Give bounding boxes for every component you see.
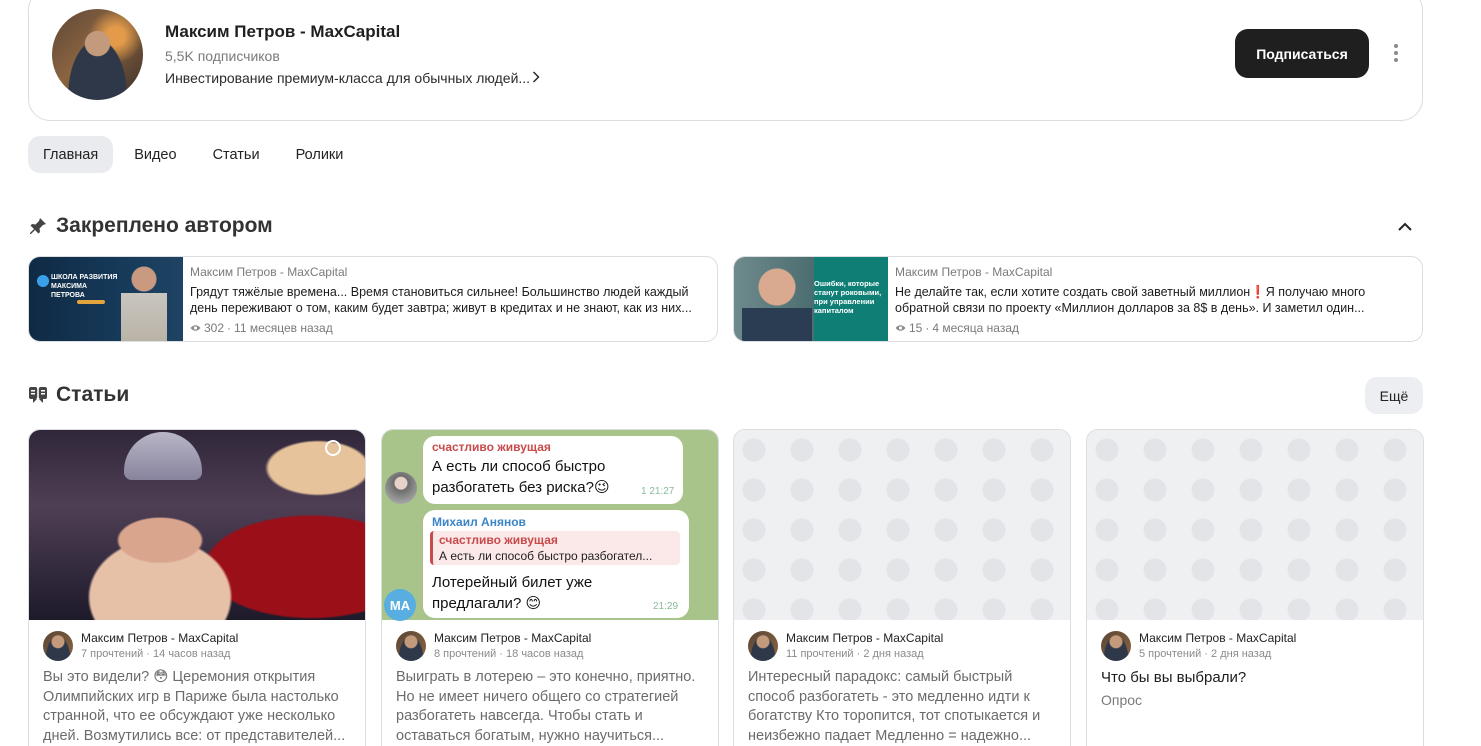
pinned-section-title: Закреплено автором <box>28 214 273 238</box>
thumbnail-person <box>121 265 167 341</box>
article-author[interactable]: Максим Петров - MaxCapital <box>81 631 238 645</box>
channel-name[interactable]: Максим Петров - MaxCapital <box>165 22 400 42</box>
pinned-text: Грядут тяжёлые времена... Время становит… <box>190 285 692 315</box>
author-avatar[interactable] <box>43 631 73 661</box>
article-meta: 11 прочтений · 2 дня назад <box>786 648 924 660</box>
pinned-author[interactable]: Максим Петров - MaxCapital <box>895 265 1052 279</box>
subscriber-count: 5,5K подписчиков <box>165 48 280 64</box>
channel-description[interactable]: Инвестирование премиум-класса для обычны… <box>165 70 540 86</box>
article-author[interactable]: Максим Петров - MaxCapital <box>1139 631 1296 645</box>
article-excerpt: Вы это видели? 😳 Церемония открытия Олим… <box>43 669 346 744</box>
pin-icon <box>28 216 48 236</box>
pinned-text: Не делайте так, если хотите создать свой… <box>895 285 1366 315</box>
article-icon <box>28 386 48 404</box>
more-options-icon[interactable] <box>1385 37 1407 69</box>
channel-avatar[interactable] <box>52 9 143 100</box>
pinned-author[interactable]: Максим Петров - MaxCapital <box>190 265 347 279</box>
pinned-thumbnail: ШКОЛА РАЗВИТИЯ МАКСИМА ПЕТРОВА <box>29 257 183 341</box>
eye-icon <box>895 321 906 335</box>
article-author[interactable]: Максим Петров - MaxCapital <box>786 631 943 645</box>
article-card[interactable]: Максим Петров - MaxCapital 11 прочтений … <box>733 429 1071 746</box>
articles-title-text: Статьи <box>56 383 130 406</box>
article-placeholder-image <box>1087 430 1423 620</box>
view-count: 15 <box>909 321 923 335</box>
chat-text: А есть ли способ быстро разбогатеть без … <box>432 458 610 496</box>
article-card[interactable]: счастливо живущая А есть ли способ быстр… <box>381 429 719 746</box>
pinned-card[interactable]: ШКОЛА РАЗВИТИЯ МАКСИМА ПЕТРОВА Максим Пе… <box>28 256 718 342</box>
articles-section-title: Статьи <box>28 383 129 407</box>
subscribe-button[interactable]: Подписаться <box>1235 29 1369 78</box>
tab-main[interactable]: Главная <box>28 136 114 173</box>
chevron-right-icon <box>532 70 540 86</box>
chat-avatar <box>385 472 417 504</box>
article-excerpt: Выиграть в лотерею – это конечно, приятн… <box>396 669 696 744</box>
chat-time: 1 21:27 <box>641 486 675 497</box>
channel-header: Максим Петров - MaxCapital 5,5K подписчи… <box>28 0 1423 121</box>
chat-sender: счастливо живущая <box>432 440 551 454</box>
school-logo-icon <box>37 275 49 287</box>
pinned-meta: 15 · 4 месяца назад <box>895 321 1019 335</box>
author-avatar[interactable] <box>748 631 778 661</box>
pinned-thumbnail: Ошибки, которые станут роковыми, при упр… <box>734 257 888 341</box>
tab-video[interactable]: Видео <box>119 136 191 173</box>
more-articles-button[interactable]: Ещё <box>1365 377 1423 414</box>
poll-label: Опрос <box>1101 692 1143 708</box>
channel-description-text: Инвестирование премиум-класса для обычны… <box>165 70 531 86</box>
tab-articles[interactable]: Статьи <box>198 136 275 173</box>
quote-sender: счастливо живущая <box>439 533 558 547</box>
article-meta: 7 прочтений · 14 часов назад <box>81 648 231 660</box>
article-card[interactable]: Максим Петров - MaxCapital 7 прочтений ·… <box>28 429 366 746</box>
article-excerpt: Интересный парадокс: самый быстрый спосо… <box>748 669 1041 744</box>
broadcaster-logo-icon <box>325 440 341 456</box>
thumbnail-accent <box>77 300 105 304</box>
thumbnail-caption: Ошибки, которые станут роковыми, при упр… <box>814 279 882 315</box>
chevron-up-icon[interactable] <box>1394 216 1416 238</box>
article-image <box>29 430 365 620</box>
pinned-title-text: Закреплено автором <box>56 214 273 237</box>
chat-quote: счастливо живущая А есть ли способ быстр… <box>430 531 680 565</box>
author-avatar[interactable] <box>1101 631 1131 661</box>
post-age: 11 месяцев назад <box>234 321 333 335</box>
article-image: счастливо живущая А есть ли способ быстр… <box>382 430 718 621</box>
article-placeholder-image <box>734 430 1070 620</box>
chat-avatar: MA <box>384 589 416 621</box>
eye-icon <box>190 321 201 335</box>
channel-tabs: Главная Видео Статьи Ролики <box>28 136 358 173</box>
post-age: 4 месяца назад <box>932 321 1020 335</box>
article-card[interactable]: Максим Петров - MaxCapital 5 прочтений ·… <box>1086 429 1424 746</box>
article-meta: 8 прочтений · 18 часов назад <box>434 648 584 660</box>
chat-text: Лотерейный билет уже предлагали? 😊 <box>432 574 593 612</box>
poll-title: Что бы вы выбрали? <box>1101 669 1247 686</box>
pinned-card[interactable]: Ошибки, которые станут роковыми, при упр… <box>733 256 1423 342</box>
chat-sender: Михаил Анянов <box>432 515 526 529</box>
tab-shorts[interactable]: Ролики <box>281 136 359 173</box>
article-meta: 5 прочтений · 2 дня назад <box>1139 648 1272 660</box>
article-author[interactable]: Максим Петров - MaxCapital <box>434 631 591 645</box>
crown-shape <box>124 432 202 480</box>
pinned-meta: 302 · 11 месяцев назад <box>190 321 333 335</box>
thumbnail-person <box>742 263 812 341</box>
author-avatar[interactable] <box>396 631 426 661</box>
chat-message: счастливо живущая А есть ли способ быстр… <box>423 436 683 504</box>
thumbnail-caption: ШКОЛА РАЗВИТИЯ МАКСИМА ПЕТРОВА <box>51 274 118 299</box>
chat-time: 21:29 <box>653 601 679 612</box>
quote-text: А есть ли способ быстро разбогател... <box>439 549 653 563</box>
view-count: 302 <box>204 321 225 335</box>
